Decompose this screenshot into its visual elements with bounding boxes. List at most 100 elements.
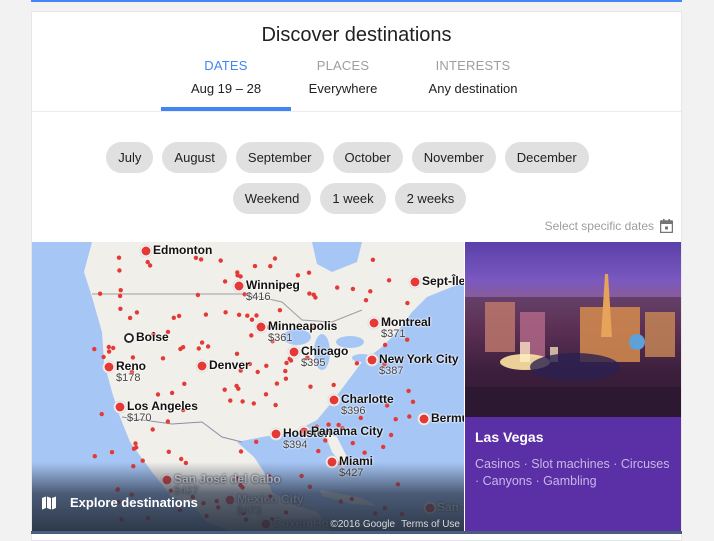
minor-destination-dot[interactable]: [288, 358, 294, 363]
minor-destination-dot[interactable]: [331, 382, 336, 388]
minor-destination-dot[interactable]: [166, 449, 171, 454]
minor-destination-dot[interactable]: [284, 360, 289, 366]
minor-destination-dot[interactable]: [368, 289, 373, 294]
minor-destination-dot[interactable]: [111, 345, 116, 351]
minor-destination-dot[interactable]: [223, 310, 228, 315]
city-marker[interactable]: [329, 395, 339, 405]
city-marker[interactable]: [367, 355, 377, 365]
minor-destination-dot[interactable]: [410, 399, 416, 404]
minor-destination-dot[interactable]: [405, 300, 410, 306]
minor-destination-dot[interactable]: [196, 346, 201, 351]
city-label[interactable]: Minneapolis $361: [268, 319, 337, 344]
minor-destination-dot[interactable]: [117, 268, 122, 273]
city-marker[interactable]: [115, 402, 125, 412]
minor-destination-dot[interactable]: [274, 381, 280, 386]
city-label[interactable]: Edmonton: [153, 243, 212, 257]
tab-places[interactable]: PLACES Everywhere: [291, 58, 395, 112]
minor-destination-dot[interactable]: [97, 291, 103, 296]
minor-destination-dot[interactable]: [407, 414, 412, 419]
city-label[interactable]: Montreal $371: [381, 315, 431, 340]
minor-destination-dot[interactable]: [382, 342, 388, 348]
minor-destination-dot[interactable]: [109, 450, 115, 455]
minor-destination-dot[interactable]: [178, 346, 183, 352]
minor-destination-dot[interactable]: [182, 381, 187, 386]
minor-destination-dot[interactable]: [249, 317, 255, 322]
minor-destination-dot[interactable]: [254, 439, 259, 444]
minor-destination-dot[interactable]: [283, 368, 288, 374]
minor-destination-dot[interactable]: [252, 263, 258, 269]
minor-destination-dot[interactable]: [245, 313, 250, 318]
minor-destination-dot[interactable]: [381, 444, 386, 450]
city-label[interactable]: Reno $178: [116, 359, 146, 384]
city-label[interactable]: Bermuda: [431, 411, 464, 425]
minor-destination-dot[interactable]: [99, 411, 104, 417]
minor-destination-dot[interactable]: [199, 340, 205, 345]
minor-destination-dot[interactable]: [118, 288, 123, 293]
minor-destination-dot[interactable]: [134, 310, 140, 315]
minor-destination-dot[interactable]: [272, 256, 278, 261]
chip-december[interactable]: December: [504, 142, 589, 173]
minor-destination-dot[interactable]: [268, 264, 273, 269]
city-marker[interactable]: [256, 322, 266, 332]
minor-destination-dot[interactable]: [363, 298, 369, 303]
minor-destination-dot[interactable]: [350, 440, 355, 446]
minor-destination-dot[interactable]: [195, 292, 201, 298]
minor-destination-dot[interactable]: [240, 399, 245, 404]
minor-destination-dot[interactable]: [306, 270, 312, 275]
minor-destination-dot[interactable]: [205, 344, 211, 349]
minor-destination-dot[interactable]: [277, 308, 283, 313]
minor-destination-dot[interactable]: [228, 398, 233, 403]
minor-destination-dot[interactable]: [235, 270, 240, 275]
city-marker[interactable]: [141, 246, 151, 256]
chip-november[interactable]: November: [411, 142, 496, 173]
map-terms-link[interactable]: Terms of Use: [401, 519, 460, 530]
city-label[interactable]: Sept-Îles: [422, 274, 464, 288]
tab-dates[interactable]: DATES Aug 19 – 28: [161, 58, 291, 111]
minor-destination-dot[interactable]: [106, 349, 112, 354]
minor-destination-dot[interactable]: [101, 354, 106, 360]
minor-destination-dot[interactable]: [283, 376, 289, 381]
minor-destination-dot[interactable]: [131, 446, 137, 451]
city-label[interactable]: Los Angeles $170: [127, 399, 198, 424]
minor-destination-dot[interactable]: [263, 392, 269, 397]
minor-destination-dot[interactable]: [236, 386, 241, 391]
city-marker[interactable]: [197, 361, 207, 371]
minor-destination-dot[interactable]: [249, 333, 254, 338]
minor-destination-dot[interactable]: [203, 312, 209, 317]
minor-destination-dot[interactable]: [155, 392, 161, 397]
minor-destination-dot[interactable]: [234, 351, 240, 356]
chip-july[interactable]: July: [106, 142, 154, 173]
city-label[interactable]: Denver: [209, 358, 250, 372]
destinations-map[interactable]: Edmonton Winnipeg$416 Sept-Îles Minneapolis…: [32, 242, 464, 532]
city-label[interactable]: New York City $387: [379, 352, 459, 377]
minor-destination-dot[interactable]: [273, 402, 278, 408]
city-label[interactable]: Charlotte $396: [341, 392, 394, 417]
chip-october[interactable]: October: [332, 142, 403, 173]
minor-destination-dot[interactable]: [388, 432, 394, 438]
minor-destination-dot[interactable]: [218, 258, 223, 263]
tab-interests[interactable]: INTERESTS Any destination: [395, 58, 551, 112]
chip-september[interactable]: September: [235, 142, 324, 173]
chip-2-weeks[interactable]: 2 weeks: [394, 183, 467, 214]
chip-august[interactable]: August: [162, 142, 227, 173]
city-marker[interactable]: [369, 318, 379, 328]
minor-destination-dot[interactable]: [254, 313, 259, 318]
city-label[interactable]: Chicago $395: [301, 344, 348, 369]
minor-destination-dot[interactable]: [198, 257, 204, 262]
city-label[interactable]: Winnipeg $416: [246, 278, 300, 303]
minor-destination-dot[interactable]: [222, 279, 228, 284]
minor-destination-dot[interactable]: [116, 255, 122, 260]
minor-destination-dot[interactable]: [160, 356, 166, 361]
minor-destination-dot[interactable]: [307, 291, 312, 296]
minor-destination-dot[interactable]: [406, 388, 411, 394]
city-marker[interactable]: [410, 277, 420, 287]
city-marker[interactable]: [271, 429, 281, 439]
minor-destination-dot[interactable]: [238, 274, 243, 279]
select-specific-dates-link[interactable]: Select specific dates: [545, 219, 674, 234]
city-label[interactable]: Panama City: [311, 424, 383, 438]
minor-destination-dot[interactable]: [179, 456, 184, 462]
minor-destination-dot[interactable]: [92, 346, 97, 352]
minor-destination-dot[interactable]: [255, 369, 260, 375]
minor-destination-dot[interactable]: [117, 293, 123, 299]
minor-destination-dot[interactable]: [127, 315, 133, 321]
